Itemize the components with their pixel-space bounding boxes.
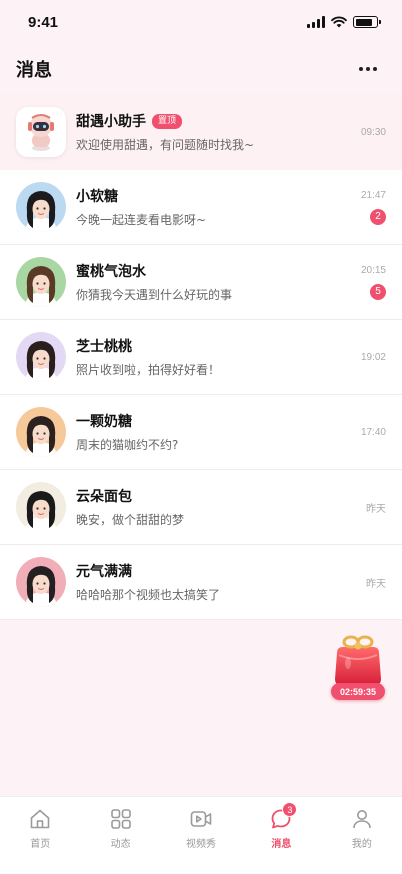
conversation-name-line: 蜜桃气泡水 — [76, 261, 386, 281]
conversation-name: 芝士桃桃 — [76, 339, 132, 355]
conversation-time: 昨天 — [366, 578, 386, 590]
conversation-name-line: 小软糖 — [76, 186, 386, 206]
conversation-name-line: 甜遇小助手 置顶 — [76, 111, 386, 131]
conversation-preview: 周末的猫咖约不约? — [76, 438, 179, 452]
conversation-row[interactable]: 芝士桃桃 照片收到啦，拍得好好看！ 19:02 — [0, 320, 402, 395]
tab-label: 动态 — [110, 839, 131, 850]
more-dot-icon — [373, 67, 377, 71]
tab-label: 视频秀 — [186, 839, 217, 850]
conversation-time: 17:40 — [360, 426, 386, 438]
more-dot-icon — [359, 67, 363, 71]
conversation-name-line: 一颗奶糖 — [76, 411, 386, 431]
conversation-meta: 昨天 — [366, 470, 386, 544]
battery-icon — [353, 16, 381, 28]
tab-bar: 首页 动态 视频秀 3 消息 我的 — [0, 796, 402, 874]
status-bar: 9:41 — [0, 0, 402, 44]
conversation-row[interactable]: 元气满满 哈哈哈那个视频也太搞笑了 昨天 — [0, 545, 402, 620]
tab-user[interactable]: 我的 — [322, 797, 402, 874]
conversation-preview: 欢迎使用甜遇，有问题随时找我~ — [76, 138, 255, 152]
signal-icon — [307, 16, 325, 28]
conversation-name-line: 云朵面包 — [76, 486, 386, 506]
status-icons — [307, 16, 381, 28]
grid-icon — [109, 807, 133, 831]
conversation-preview: 你猜我今天遇到什么好玩的事 — [76, 288, 233, 302]
conversation-name: 甜遇小助手 — [76, 114, 146, 130]
message-icon: 3 — [269, 802, 298, 831]
avatar[interactable] — [16, 257, 66, 307]
conversation-meta: 19:02 — [361, 320, 386, 394]
avatar[interactable] — [16, 182, 66, 232]
conversation-row[interactable]: 云朵面包 晚安，做个甜甜的梦 昨天 — [0, 470, 402, 545]
pinned-badge: 置顶 — [152, 113, 183, 129]
video-icon — [189, 807, 213, 831]
conversation-time: 19:02 — [360, 351, 386, 363]
conversation-meta: 09:30 — [361, 94, 386, 170]
conversation-body: 元气满满哈哈哈那个视频也太搞笑了 — [76, 561, 386, 603]
gift-countdown: 02:59:35 — [331, 683, 385, 700]
conversation-preview: 晚安，做个甜甜的梦 — [76, 513, 185, 527]
conversation-meta: 20:15 5 — [361, 245, 386, 319]
conversation-body: 芝士桃桃照片收到啦，拍得好好看！ — [76, 336, 386, 378]
conversation-meta: 21:47 2 — [361, 170, 386, 244]
conversation-row[interactable]: 一颗奶糖 周末的猫咖约不约? 17:40 — [0, 395, 402, 470]
conversation-name-line: 元气满满 — [76, 561, 386, 581]
unread-count-badge: 2 — [370, 208, 386, 225]
conversation-name: 蜜桃气泡水 — [76, 264, 146, 280]
conversation-body: 甜遇小助手 置顶欢迎使用甜遇，有问题随时找我~ — [76, 111, 386, 153]
tab-message[interactable]: 3 消息 — [241, 797, 321, 874]
conversation-time: 20:15 — [360, 264, 386, 276]
tab-home[interactable]: 首页 — [0, 797, 80, 874]
conversation-body: 蜜桃气泡水你猜我今天遇到什么好玩的事 — [76, 261, 386, 303]
conversation-body: 小软糖今晚一起连麦看电影呀~ — [76, 186, 386, 228]
more-button[interactable] — [354, 55, 382, 83]
messages-page: 9:41 消息 甜遇小助手 置顶 欢迎使用甜遇，有问题随时找我~ 09:30 小软糖 今晚… — [0, 0, 402, 874]
conversation-name: 元气满满 — [76, 564, 132, 580]
conversation-name-line: 芝士桃桃 — [76, 336, 386, 356]
tab-grid[interactable]: 动态 — [80, 797, 160, 874]
conversation-list: 甜遇小助手 置顶 欢迎使用甜遇，有问题随时找我~ 09:30 小软糖 今晚一起连麦看电影呀… — [0, 94, 402, 620]
tab-label: 首页 — [30, 839, 51, 850]
avatar[interactable] — [16, 482, 66, 532]
conversation-preview: 今晚一起连麦看电影呀~ — [76, 213, 207, 227]
avatar[interactable] — [16, 557, 66, 607]
user-icon — [350, 807, 374, 831]
conversation-body: 一颗奶糖周末的猫咖约不约? — [76, 411, 386, 453]
tab-label: 我的 — [351, 839, 372, 850]
conversation-preview: 照片收到啦，拍得好好看！ — [76, 363, 221, 377]
conversation-meta: 昨天 — [366, 545, 386, 619]
unread-count-badge: 5 — [370, 283, 386, 300]
assistant-avatar[interactable] — [16, 107, 66, 157]
conversation-row[interactable]: 蜜桃气泡水 你猜我今天遇到什么好玩的事 20:15 5 — [0, 245, 402, 320]
wifi-icon — [331, 16, 347, 28]
conversation-meta: 17:40 — [361, 395, 386, 469]
conversation-body: 云朵面包晚安，做个甜甜的梦 — [76, 486, 386, 528]
more-dot-icon — [366, 67, 370, 71]
gift-bag-icon — [335, 635, 381, 685]
page-title: 消息 — [16, 60, 52, 81]
conversation-time: 昨天 — [366, 503, 386, 515]
conversation-name: 一颗奶糖 — [76, 414, 132, 430]
conversation-preview: 哈哈哈那个视频也太搞笑了 — [76, 588, 221, 602]
conversation-name: 小软糖 — [76, 189, 118, 205]
tab-unread-badge: 3 — [282, 802, 298, 817]
conversation-name: 云朵面包 — [76, 489, 132, 505]
avatar[interactable] — [16, 332, 66, 382]
conversation-row[interactable]: 小软糖 今晚一起连麦看电影呀~ 21:47 2 — [0, 170, 402, 245]
status-time: 9:41 — [28, 13, 59, 31]
conversation-row[interactable]: 甜遇小助手 置顶 欢迎使用甜遇，有问题随时找我~ 09:30 — [0, 94, 402, 170]
conversation-time: 09:30 — [360, 126, 386, 138]
tab-video[interactable]: 视频秀 — [161, 797, 241, 874]
gift-bag-button[interactable]: 02:59:35 — [331, 633, 385, 701]
avatar[interactable] — [16, 407, 66, 457]
header: 消息 — [0, 44, 402, 94]
conversation-time: 21:47 — [360, 189, 386, 201]
tab-label: 消息 — [271, 839, 292, 850]
home-icon — [28, 807, 52, 831]
